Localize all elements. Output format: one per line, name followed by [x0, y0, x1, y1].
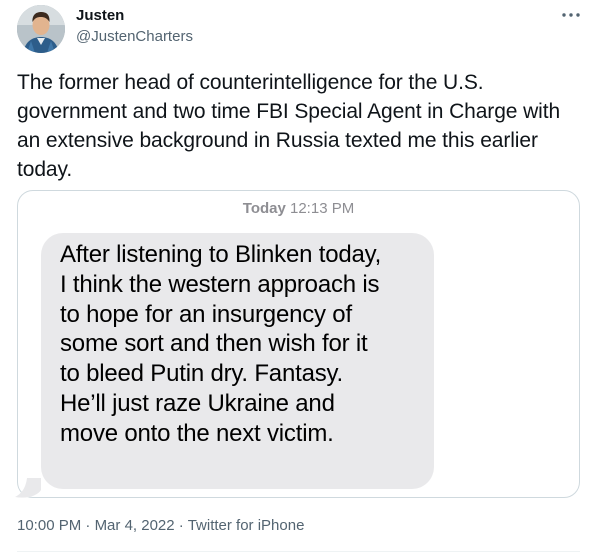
- tweet-text: The former head of counterintelligence f…: [17, 71, 561, 181]
- message-bubble-text: After listening to Blinken today, I thin…: [60, 241, 382, 447]
- person-avatar-icon: [17, 5, 65, 53]
- meta-separator: ·: [85, 517, 91, 534]
- meta-separator: ·: [178, 517, 184, 534]
- avatar[interactable]: [17, 5, 65, 53]
- display-name[interactable]: Justen: [76, 6, 124, 26]
- message-timestamp: Today 12:13 PM: [18, 200, 579, 218]
- message-day: Today: [242, 200, 286, 217]
- user-handle[interactable]: @JustenCharters: [76, 27, 193, 47]
- message-bubble: After listening to Blinken today, I thin…: [41, 233, 434, 489]
- message-time: 12:13 PM: [290, 200, 355, 217]
- tweet-date[interactable]: Mar 4, 2022: [95, 517, 175, 534]
- divider: [17, 551, 580, 552]
- more-horizontal-icon[interactable]: [559, 6, 583, 24]
- tweet-media-image[interactable]: Today 12:13 PM After listening to Blinke…: [17, 190, 580, 498]
- message-bubble-tail: [15, 478, 41, 498]
- tweet-source-link[interactable]: Twitter for iPhone: [188, 517, 305, 534]
- tweet-meta: 10:00 PM · Mar 4, 2022 · Twitter for iPh…: [17, 516, 304, 536]
- tweet-time[interactable]: 10:00 PM: [17, 517, 81, 534]
